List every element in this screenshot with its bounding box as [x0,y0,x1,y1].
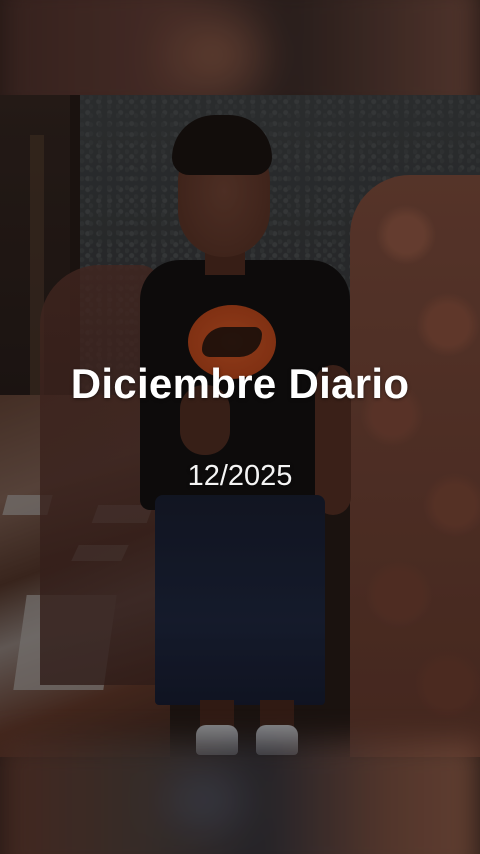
memory-story-screen[interactable]: Diciembre Diario 12/2025 [0,0,480,854]
blurred-backdrop-bottom [0,740,480,854]
story-date: 12/2025 [187,460,293,492]
story-photo[interactable] [0,95,480,757]
photo-dim-overlay [0,95,480,757]
story-title: Diciembre Diario [70,360,410,407]
